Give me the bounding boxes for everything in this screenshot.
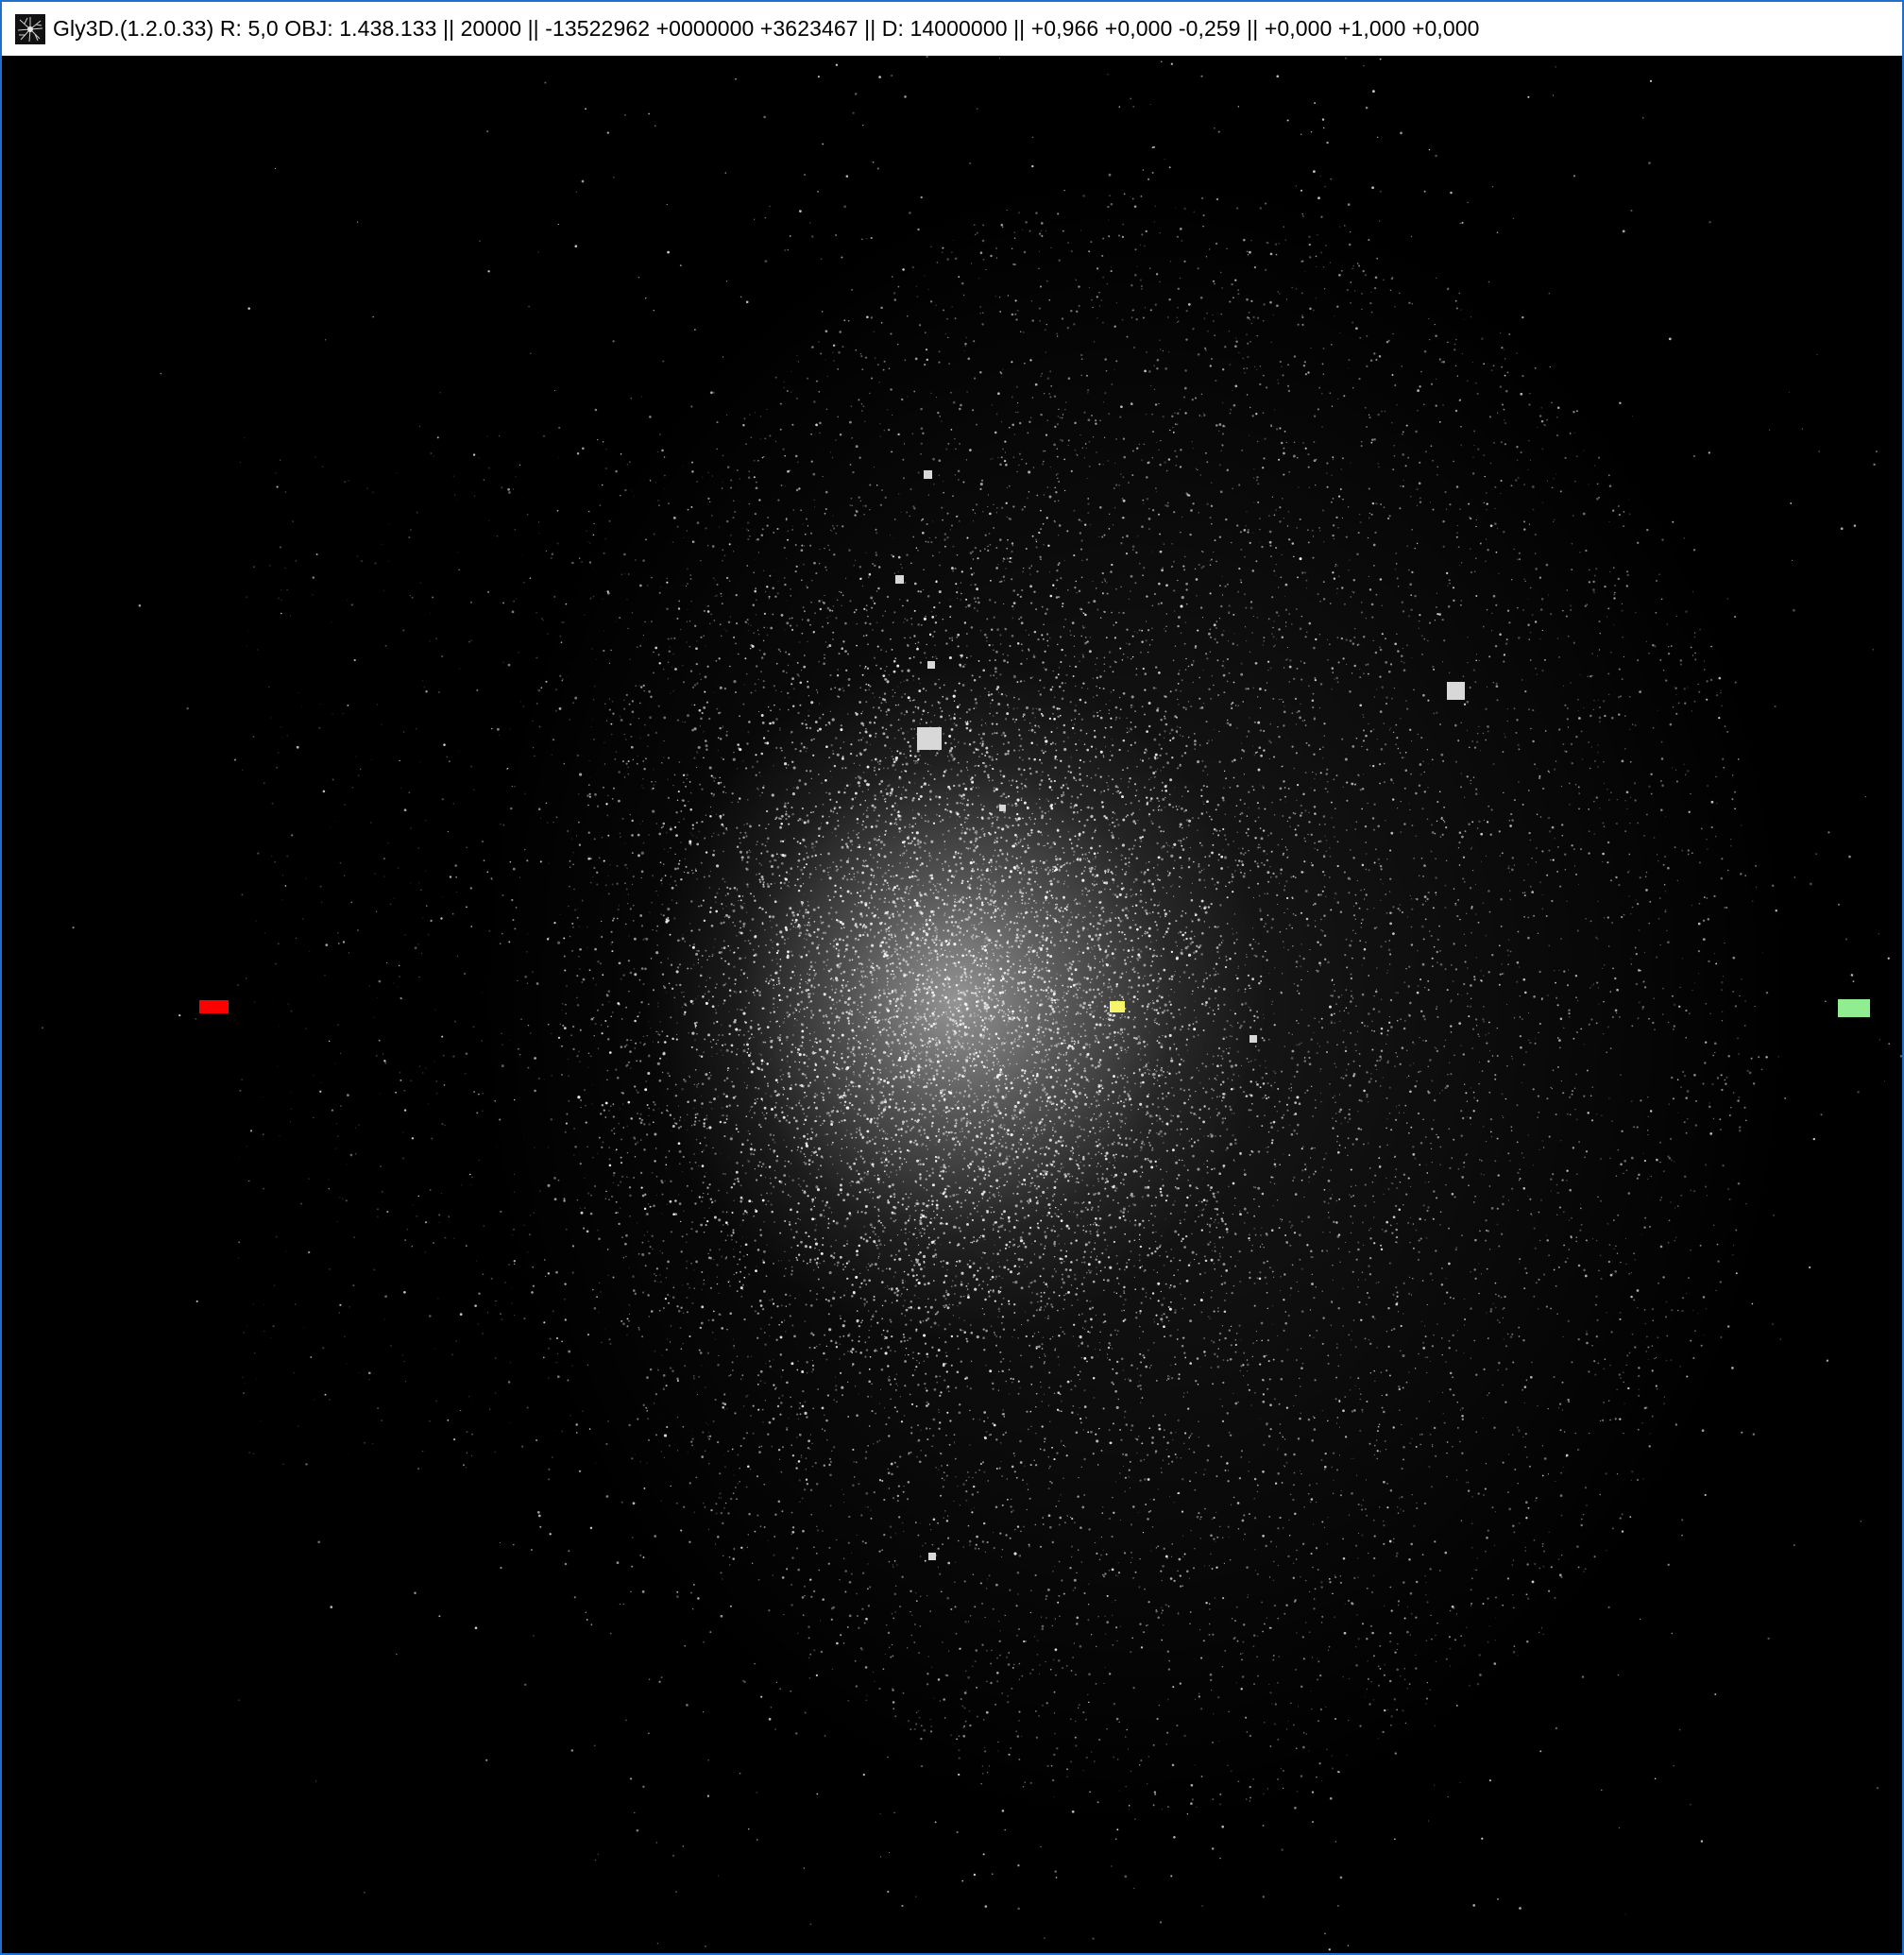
3d-viewport[interactable]: [2, 56, 1902, 1953]
axis-marker-green[interactable]: [1838, 999, 1870, 1017]
app-window: Gly3D.(1.2.0.33) R: 5,0 OBJ: 1.438.133 |…: [0, 0, 1904, 1955]
gly3d-app-icon[interactable]: [15, 13, 45, 44]
node-square[interactable]: [927, 661, 935, 669]
window-title: Gly3D.(1.2.0.33) R: 5,0 OBJ: 1.438.133 |…: [53, 16, 1480, 41]
node-square[interactable]: [928, 1553, 936, 1560]
axis-marker-red[interactable]: [199, 1000, 229, 1013]
point-cloud[interactable]: [2, 56, 1902, 1953]
node-square[interactable]: [1447, 682, 1465, 700]
node-square[interactable]: [917, 727, 942, 750]
title-bar[interactable]: Gly3D.(1.2.0.33) R: 5,0 OBJ: 1.438.133 |…: [2, 2, 1902, 56]
node-square[interactable]: [1250, 1035, 1257, 1043]
axis-marker-yellow[interactable]: [1110, 1001, 1125, 1012]
cloud-core: [644, 660, 1267, 1340]
node-square[interactable]: [895, 575, 904, 584]
node-square[interactable]: [999, 805, 1006, 811]
node-square[interactable]: [924, 470, 932, 479]
